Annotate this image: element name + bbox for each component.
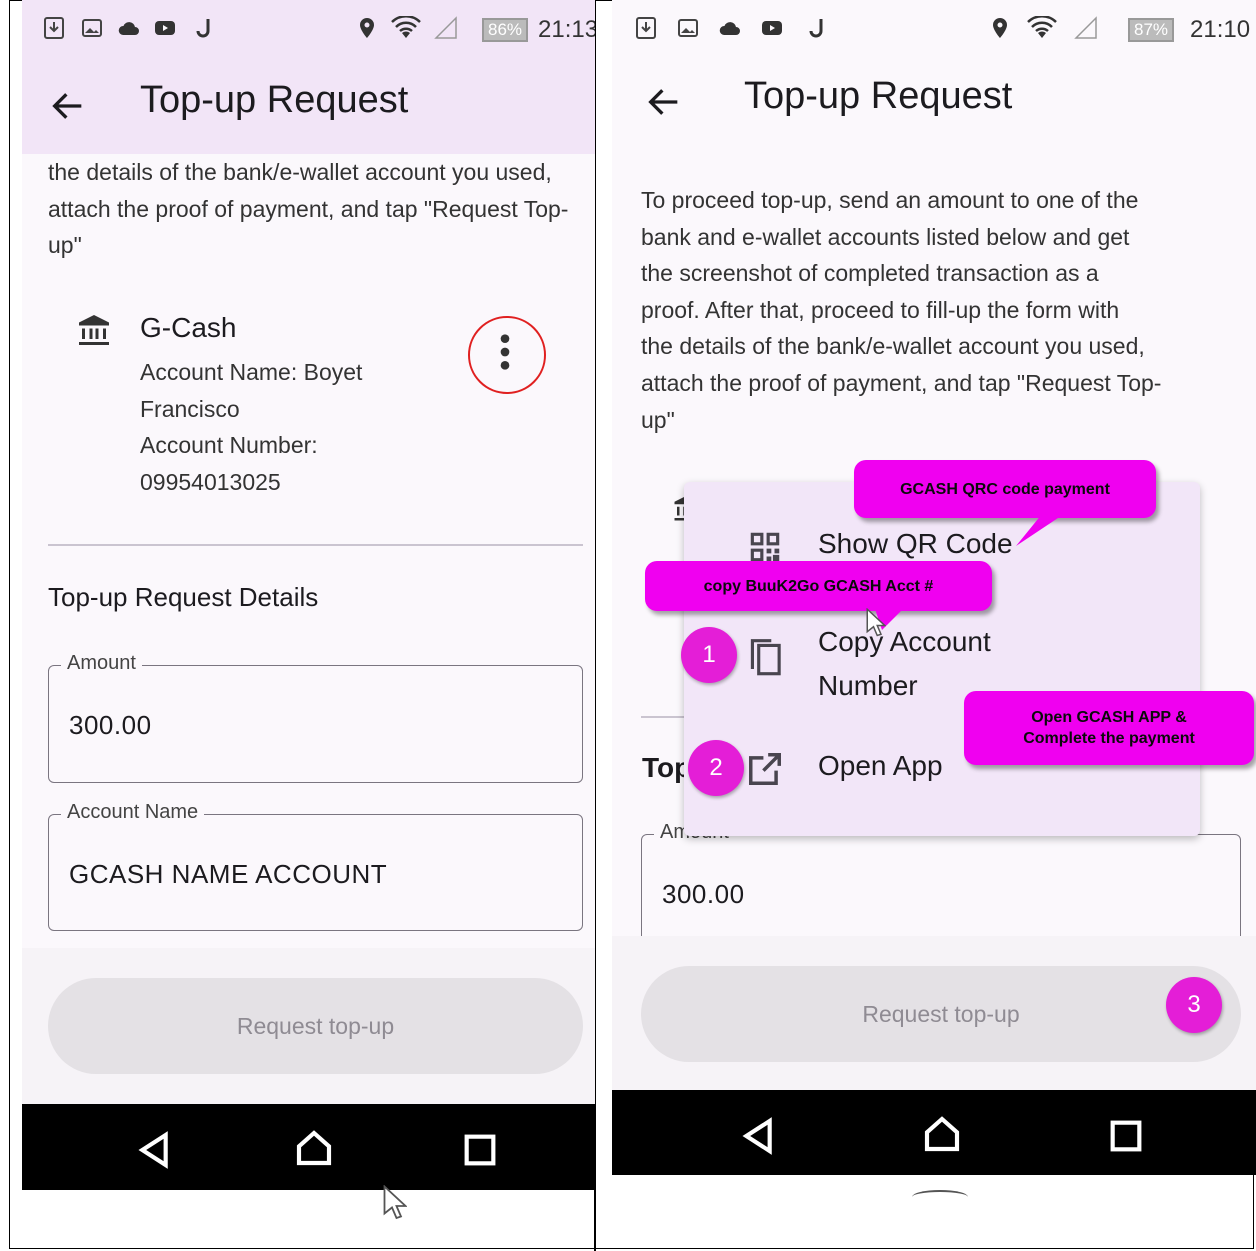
j-app-icon [809, 19, 823, 38]
back-arrow-icon[interactable] [644, 82, 684, 122]
image-notification-icon [82, 19, 102, 37]
amount-field[interactable]: Amount 300.00 [48, 652, 583, 783]
account-name-field-label: Account Name [61, 801, 205, 824]
location-icon [360, 18, 374, 38]
cloud-icon [118, 22, 139, 35]
nav-recents-icon[interactable] [460, 1130, 500, 1170]
menu-item-show-qr-label: Show QR Code [818, 528, 1013, 559]
account-details: Account Name: Boyet Francisco Account Nu… [140, 359, 363, 495]
instructions-text: To proceed top-up, send an amount to one… [641, 187, 1162, 433]
open-external-icon [749, 753, 781, 785]
nav-home-icon[interactable] [294, 1128, 334, 1168]
nav-recents-icon[interactable] [1106, 1116, 1146, 1156]
amount-field-label: Amount [61, 652, 142, 675]
nav-back-icon[interactable] [134, 1130, 174, 1170]
status-time: 21:13 [538, 16, 595, 43]
copy-icon [750, 639, 781, 676]
step-badge-3: 3 [1166, 977, 1222, 1033]
bank-icon [79, 315, 109, 345]
nav-home-icon[interactable] [922, 1114, 962, 1154]
battery-indicator: 87% [1128, 18, 1175, 42]
callout-qr-pointer [1016, 514, 1064, 546]
request-topup-button[interactable]: Request top-up [641, 966, 1241, 1062]
android-nav-bar [612, 1090, 1256, 1175]
youtube-icon [155, 21, 175, 35]
amount-field-value: 300.00 [662, 879, 745, 909]
request-topup-button[interactable]: Request top-up [48, 978, 583, 1074]
menu-item-open-app-label: Open App [818, 750, 943, 781]
download-notification-icon [44, 17, 64, 39]
section-title: Top-up Request Details [48, 582, 319, 612]
account-name-field[interactable]: Account Name GCASH NAME ACCOUNT [48, 801, 583, 931]
status-bar: 87% 21:10 [612, 0, 1256, 64]
youtube-icon [762, 21, 782, 35]
account-name-field-value: GCASH NAME ACCOUNT [69, 859, 388, 889]
page-title: Top-up Request [140, 79, 409, 121]
section-divider [48, 544, 583, 546]
callout-open-app: Open GCASH APP & Complete the payment [964, 691, 1254, 765]
callout-copy-account: copy BuuK2Go GCASH Acct # [645, 561, 992, 611]
image-notification-icon [678, 19, 698, 37]
popup-menu: Show QR Code Copy Account Number Open Ap… [684, 482, 1200, 836]
account-bank-name: G-Cash [140, 312, 237, 343]
menu-item-copy-account[interactable]: Copy Account Number [684, 614, 1200, 701]
instructions-text: the details of the bank/e-wallet account… [48, 159, 569, 259]
menu-item-copy-account-label: Copy Account Number [818, 626, 991, 701]
download-notification-icon [636, 17, 656, 39]
location-icon [993, 18, 1007, 38]
wifi-icon [1027, 16, 1057, 38]
battery-indicator: 86% [482, 18, 529, 42]
back-arrow-icon[interactable] [48, 86, 88, 126]
amount-field-value: 300.00 [69, 710, 152, 740]
mouse-pointer-icon [383, 1185, 407, 1220]
status-time: 21:10 [1190, 16, 1251, 43]
step-badge-1: 1 [681, 627, 737, 683]
nav-back-icon[interactable] [738, 1116, 778, 1156]
partial-circle-edge [912, 1190, 968, 1204]
app-bar: Top-up Request [612, 60, 1256, 150]
android-nav-bar [22, 1104, 595, 1190]
status-bar: 86% 21:13 [22, 0, 595, 64]
step-badge-2: 2 [688, 740, 744, 796]
left-phone-screen: 86% 21:13 Top-up Request the details of … [22, 0, 595, 1190]
cloud-icon [719, 22, 740, 35]
signal-icon [1074, 16, 1097, 39]
callout-qr-payment: GCASH QRC code payment [854, 460, 1156, 518]
highlight-circle [468, 316, 546, 394]
page-title: Top-up Request [744, 75, 1013, 117]
signal-icon [434, 16, 457, 39]
wifi-icon [391, 16, 421, 38]
app-bar: Top-up Request [22, 64, 595, 154]
mouse-pointer-icon [866, 608, 886, 637]
j-app-icon [196, 19, 210, 38]
